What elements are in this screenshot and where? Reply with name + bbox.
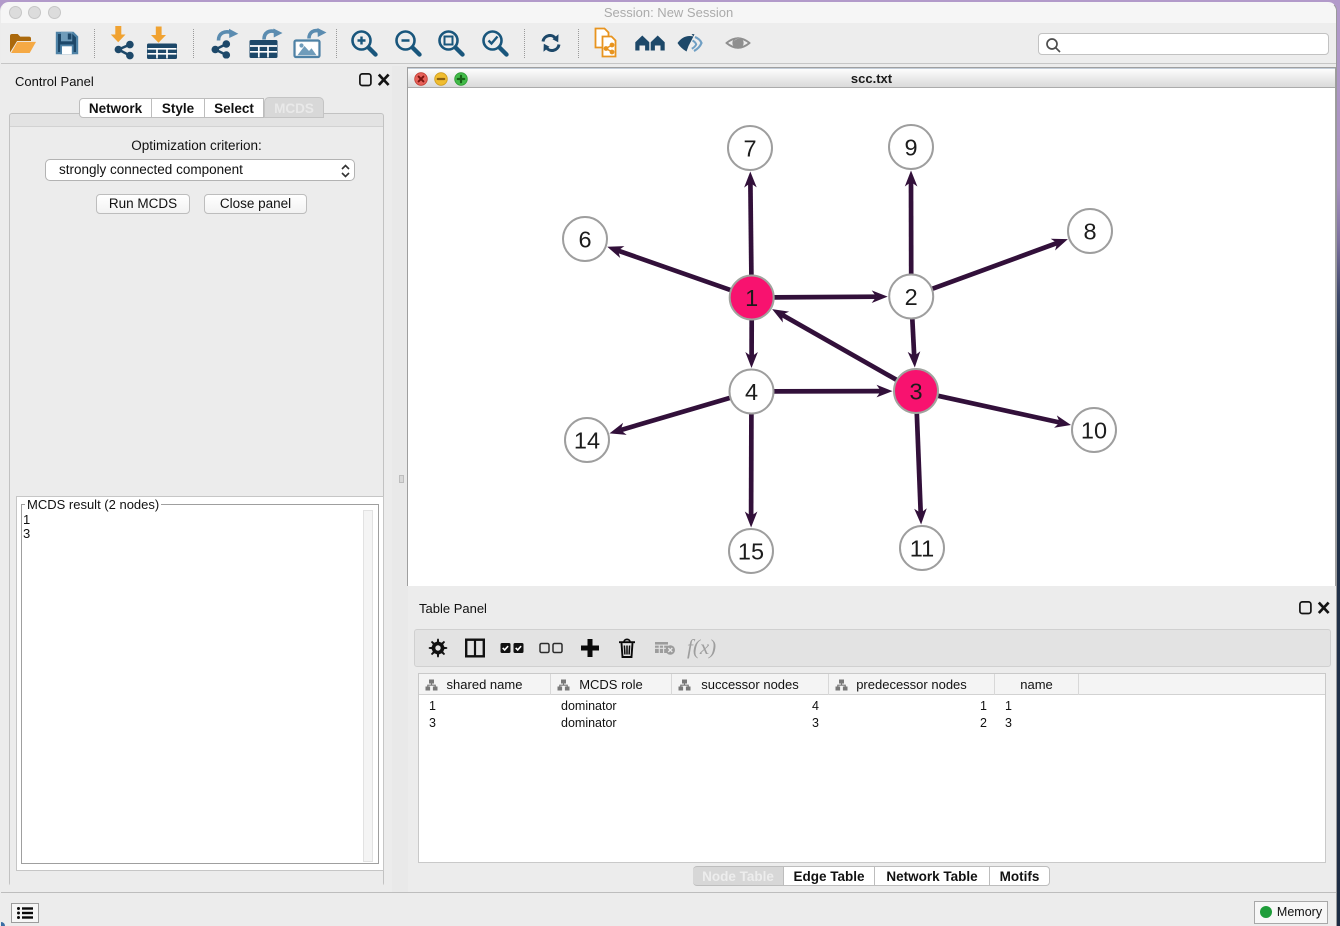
svg-text:9: 9 bbox=[904, 134, 917, 160]
svg-text:3: 3 bbox=[909, 378, 922, 404]
svg-text:7: 7 bbox=[743, 135, 756, 161]
svg-text:14: 14 bbox=[574, 427, 600, 453]
svg-text:8: 8 bbox=[1083, 218, 1096, 244]
svg-text:10: 10 bbox=[1081, 417, 1107, 443]
svg-text:1: 1 bbox=[745, 285, 758, 311]
svg-text:6: 6 bbox=[578, 226, 591, 252]
svg-text:4: 4 bbox=[745, 379, 758, 405]
svg-text:15: 15 bbox=[738, 538, 764, 564]
svg-text:11: 11 bbox=[910, 535, 934, 561]
svg-text:2: 2 bbox=[905, 284, 918, 310]
